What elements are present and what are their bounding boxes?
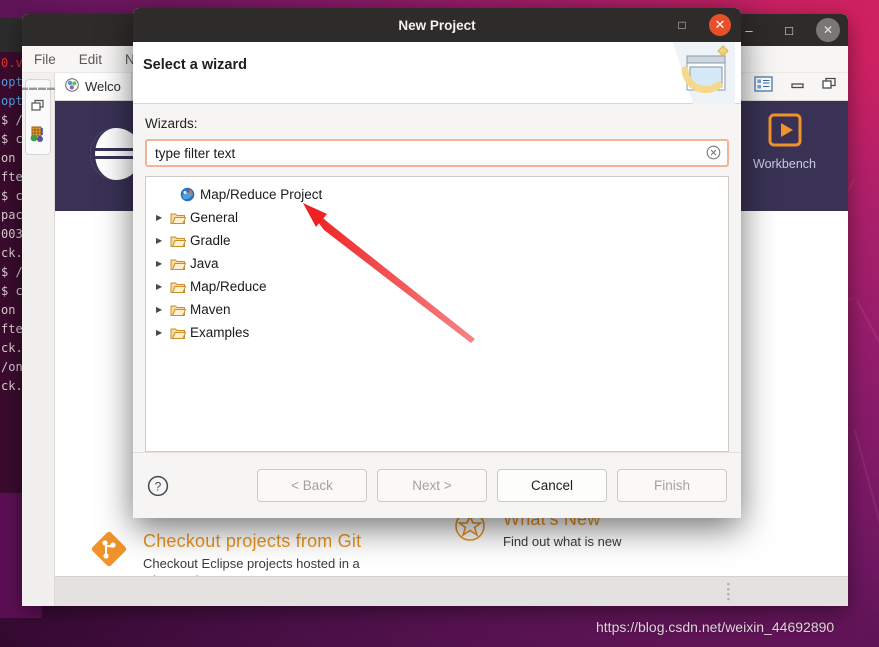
welcome-item-git-desc: Checkout Eclipse projects hosted in a Gi… — [143, 556, 360, 576]
wizard-filter[interactable] — [145, 139, 729, 167]
workbench-tile[interactable]: Workbench — [753, 113, 816, 171]
workbench-label: Workbench — [753, 157, 816, 171]
dialog-window-controls[interactable]: □ ✕ — [671, 8, 731, 42]
tree-row-label: General — [190, 210, 239, 225]
close-icon[interactable]: ✕ — [816, 18, 840, 42]
dialog-footer: ? < Back Next > Cancel Finish — [133, 452, 741, 518]
folder-icon — [170, 234, 190, 248]
help-icon[interactable]: ? — [147, 475, 169, 497]
menu-item-file[interactable]: File — [34, 52, 56, 67]
maximize-icon[interactable]: □ — [776, 17, 802, 43]
eclipse-window-controls[interactable]: – □ ✕ — [736, 14, 840, 46]
dialog-header: Select a wizard — [133, 42, 741, 104]
tree-row[interactable]: ▶ General — [146, 206, 728, 229]
wizards-label: Wizards: — [145, 116, 198, 131]
close-icon[interactable]: ✕ — [709, 14, 731, 36]
eclipse-left-toolbar[interactable]: ▬▬▬▬ — [22, 73, 55, 606]
drag-handle[interactable]: ▬▬▬▬ — [22, 83, 56, 92]
tab-welcome[interactable]: Welco — [55, 73, 132, 100]
dialog-titlebar[interactable]: New Project □ ✕ — [133, 8, 741, 42]
tree-row[interactable]: ▶ Gradle — [146, 229, 728, 252]
dialog-heading: Select a wizard — [143, 57, 247, 73]
next-button[interactable]: Next > — [377, 469, 487, 502]
chevron-right-icon[interactable]: ▶ — [156, 305, 170, 314]
welcome-item-git-title[interactable]: Checkout projects from Git — [143, 531, 373, 552]
back-button[interactable]: < Back — [257, 469, 367, 502]
play-button-icon[interactable] — [768, 113, 802, 152]
tree-row[interactable]: Map/Reduce Project — [146, 183, 728, 206]
resize-grip[interactable]: ▪ ▪ ▪ ▪ — [727, 580, 730, 604]
eclipse-welcome-icon — [65, 78, 79, 95]
welcome-item-whatsnew-desc: Find out what is new — [503, 534, 622, 549]
tab-welcome-label: Welco — [85, 79, 121, 94]
tree-row-label: Maven — [190, 302, 231, 317]
chevron-right-icon[interactable]: ▶ — [156, 213, 170, 222]
wizard-tree[interactable]: Map/Reduce Project ▶ General ▶ Gradle ▶ Java ▶ M… — [145, 176, 729, 452]
maximize-icon[interactable]: □ — [671, 14, 693, 36]
chevron-right-icon[interactable]: ▶ — [156, 328, 170, 337]
chevron-right-icon[interactable]: ▶ — [156, 259, 170, 268]
editor-tab-tools[interactable] — [754, 73, 848, 100]
tree-row-label: Examples — [190, 325, 250, 340]
view-menu-icon[interactable] — [754, 76, 774, 97]
clear-icon[interactable] — [706, 145, 721, 160]
folder-icon — [170, 211, 190, 225]
menu-item-edit[interactable]: Edit — [79, 52, 102, 67]
chevron-right-icon[interactable]: ▶ — [156, 282, 170, 291]
tree-row[interactable]: ▶ Examples — [146, 321, 728, 344]
new-project-dialog[interactable]: New Project □ ✕ Select a wizard Wizards: — [133, 8, 741, 518]
folder-icon — [170, 257, 190, 271]
eclipse-statusbar: ▪ ▪ ▪ ▪ — [55, 576, 848, 606]
tree-row[interactable]: ▶ Map/Reduce — [146, 275, 728, 298]
folder-icon — [170, 303, 190, 317]
minimize-view-icon[interactable] — [790, 78, 806, 96]
maximize-view-icon[interactable] — [822, 77, 838, 96]
package-explorer-icon[interactable] — [29, 125, 47, 148]
dialog-title: New Project — [398, 17, 476, 33]
wizard-banner-icon — [673, 42, 735, 104]
search-input[interactable] — [145, 139, 729, 167]
tree-row-label: Gradle — [190, 233, 231, 248]
restore-view-icon[interactable] — [31, 99, 45, 118]
svg-text:?: ? — [155, 479, 162, 493]
mapreduce-project-icon — [180, 187, 200, 202]
tree-row[interactable]: ▶ Maven — [146, 298, 728, 321]
tree-row[interactable]: ▶ Java — [146, 252, 728, 275]
tree-row-label: Java — [190, 256, 219, 271]
folder-icon — [170, 280, 190, 294]
folder-icon — [170, 326, 190, 340]
finish-button[interactable]: Finish — [617, 469, 727, 502]
welcome-item-git[interactable]: Checkout projects from Git Checkout Ecli… — [91, 531, 373, 576]
chevron-right-icon[interactable]: ▶ — [156, 236, 170, 245]
dialog-body: Wizards: Map/Reduce Project ▶ General ▶ Grad… — [133, 104, 741, 452]
cancel-button[interactable]: Cancel — [497, 469, 607, 502]
watermark: https://blog.csdn.net/weixin_44692890 — [596, 619, 835, 635]
git-icon — [91, 531, 127, 576]
tree-row-label: Map/Reduce Project — [200, 187, 323, 202]
tree-row-label: Map/Reduce — [190, 279, 267, 294]
